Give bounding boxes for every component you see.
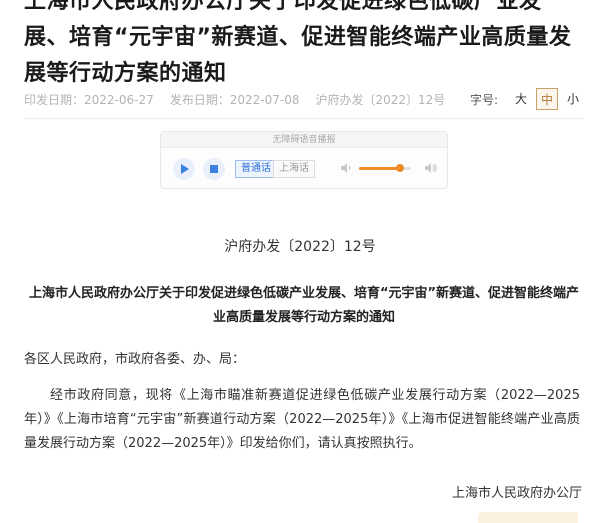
lang-shanghainese-button[interactable]: 上海话 — [273, 160, 315, 178]
meta-divider — [24, 118, 584, 119]
volume-high-icon[interactable] — [423, 161, 437, 175]
volume-fill — [359, 167, 400, 170]
volume-knob[interactable] — [395, 164, 404, 172]
font-size-small-button[interactable]: 小 — [562, 88, 584, 110]
document-salutation: 各区人民政府，市政府各委、办、局： — [24, 352, 246, 367]
play-icon[interactable] — [173, 158, 195, 180]
font-size-large-button[interactable]: 大 — [510, 88, 532, 110]
publish-date: 发布日期：2022-07-08 — [169, 92, 300, 107]
print-date: 印发日期：2022-06-27 — [24, 92, 154, 107]
font-size-switcher: 字号: 大 中 小 — [470, 88, 584, 110]
lang-mandarin-button[interactable]: 普通话 — [235, 160, 277, 178]
doc-number-meta: 沪府办发〔2022〕12号 — [315, 92, 446, 107]
stop-icon[interactable] — [203, 158, 225, 180]
corner-badge — [478, 512, 578, 523]
document-number: 沪府办发〔2022〕12号 — [224, 239, 376, 255]
volume-slider[interactable] — [359, 164, 411, 172]
document-signature: 上海市人民政府办公厅 — [451, 486, 582, 501]
font-size-label: 字号: — [469, 92, 498, 107]
document-title: 上海市人民政府办公厅关于印发促进绿色低碳产业发展、培育“元宇宙”新赛道、促进智能… — [28, 286, 580, 325]
document-body: 经市政府同意，现将《上海市瞄准新赛道促进绿色低碳产业发展行动方案（2022—20… — [24, 388, 580, 451]
audio-player: 无障碍语音播报 普通话 上海话 — [160, 131, 448, 189]
audio-player-controls: 普通话 上海话 — [161, 148, 447, 188]
font-size-medium-button[interactable]: 中 — [536, 88, 558, 110]
audio-player-header: 无障碍语音播报 — [161, 132, 447, 148]
volume-low-icon[interactable] — [339, 161, 353, 175]
article-title: 上海市人民政府办公厅关于印发促进绿色低碳产业发展、培育“元宇宙”新赛道、促进智能… — [24, 0, 572, 86]
